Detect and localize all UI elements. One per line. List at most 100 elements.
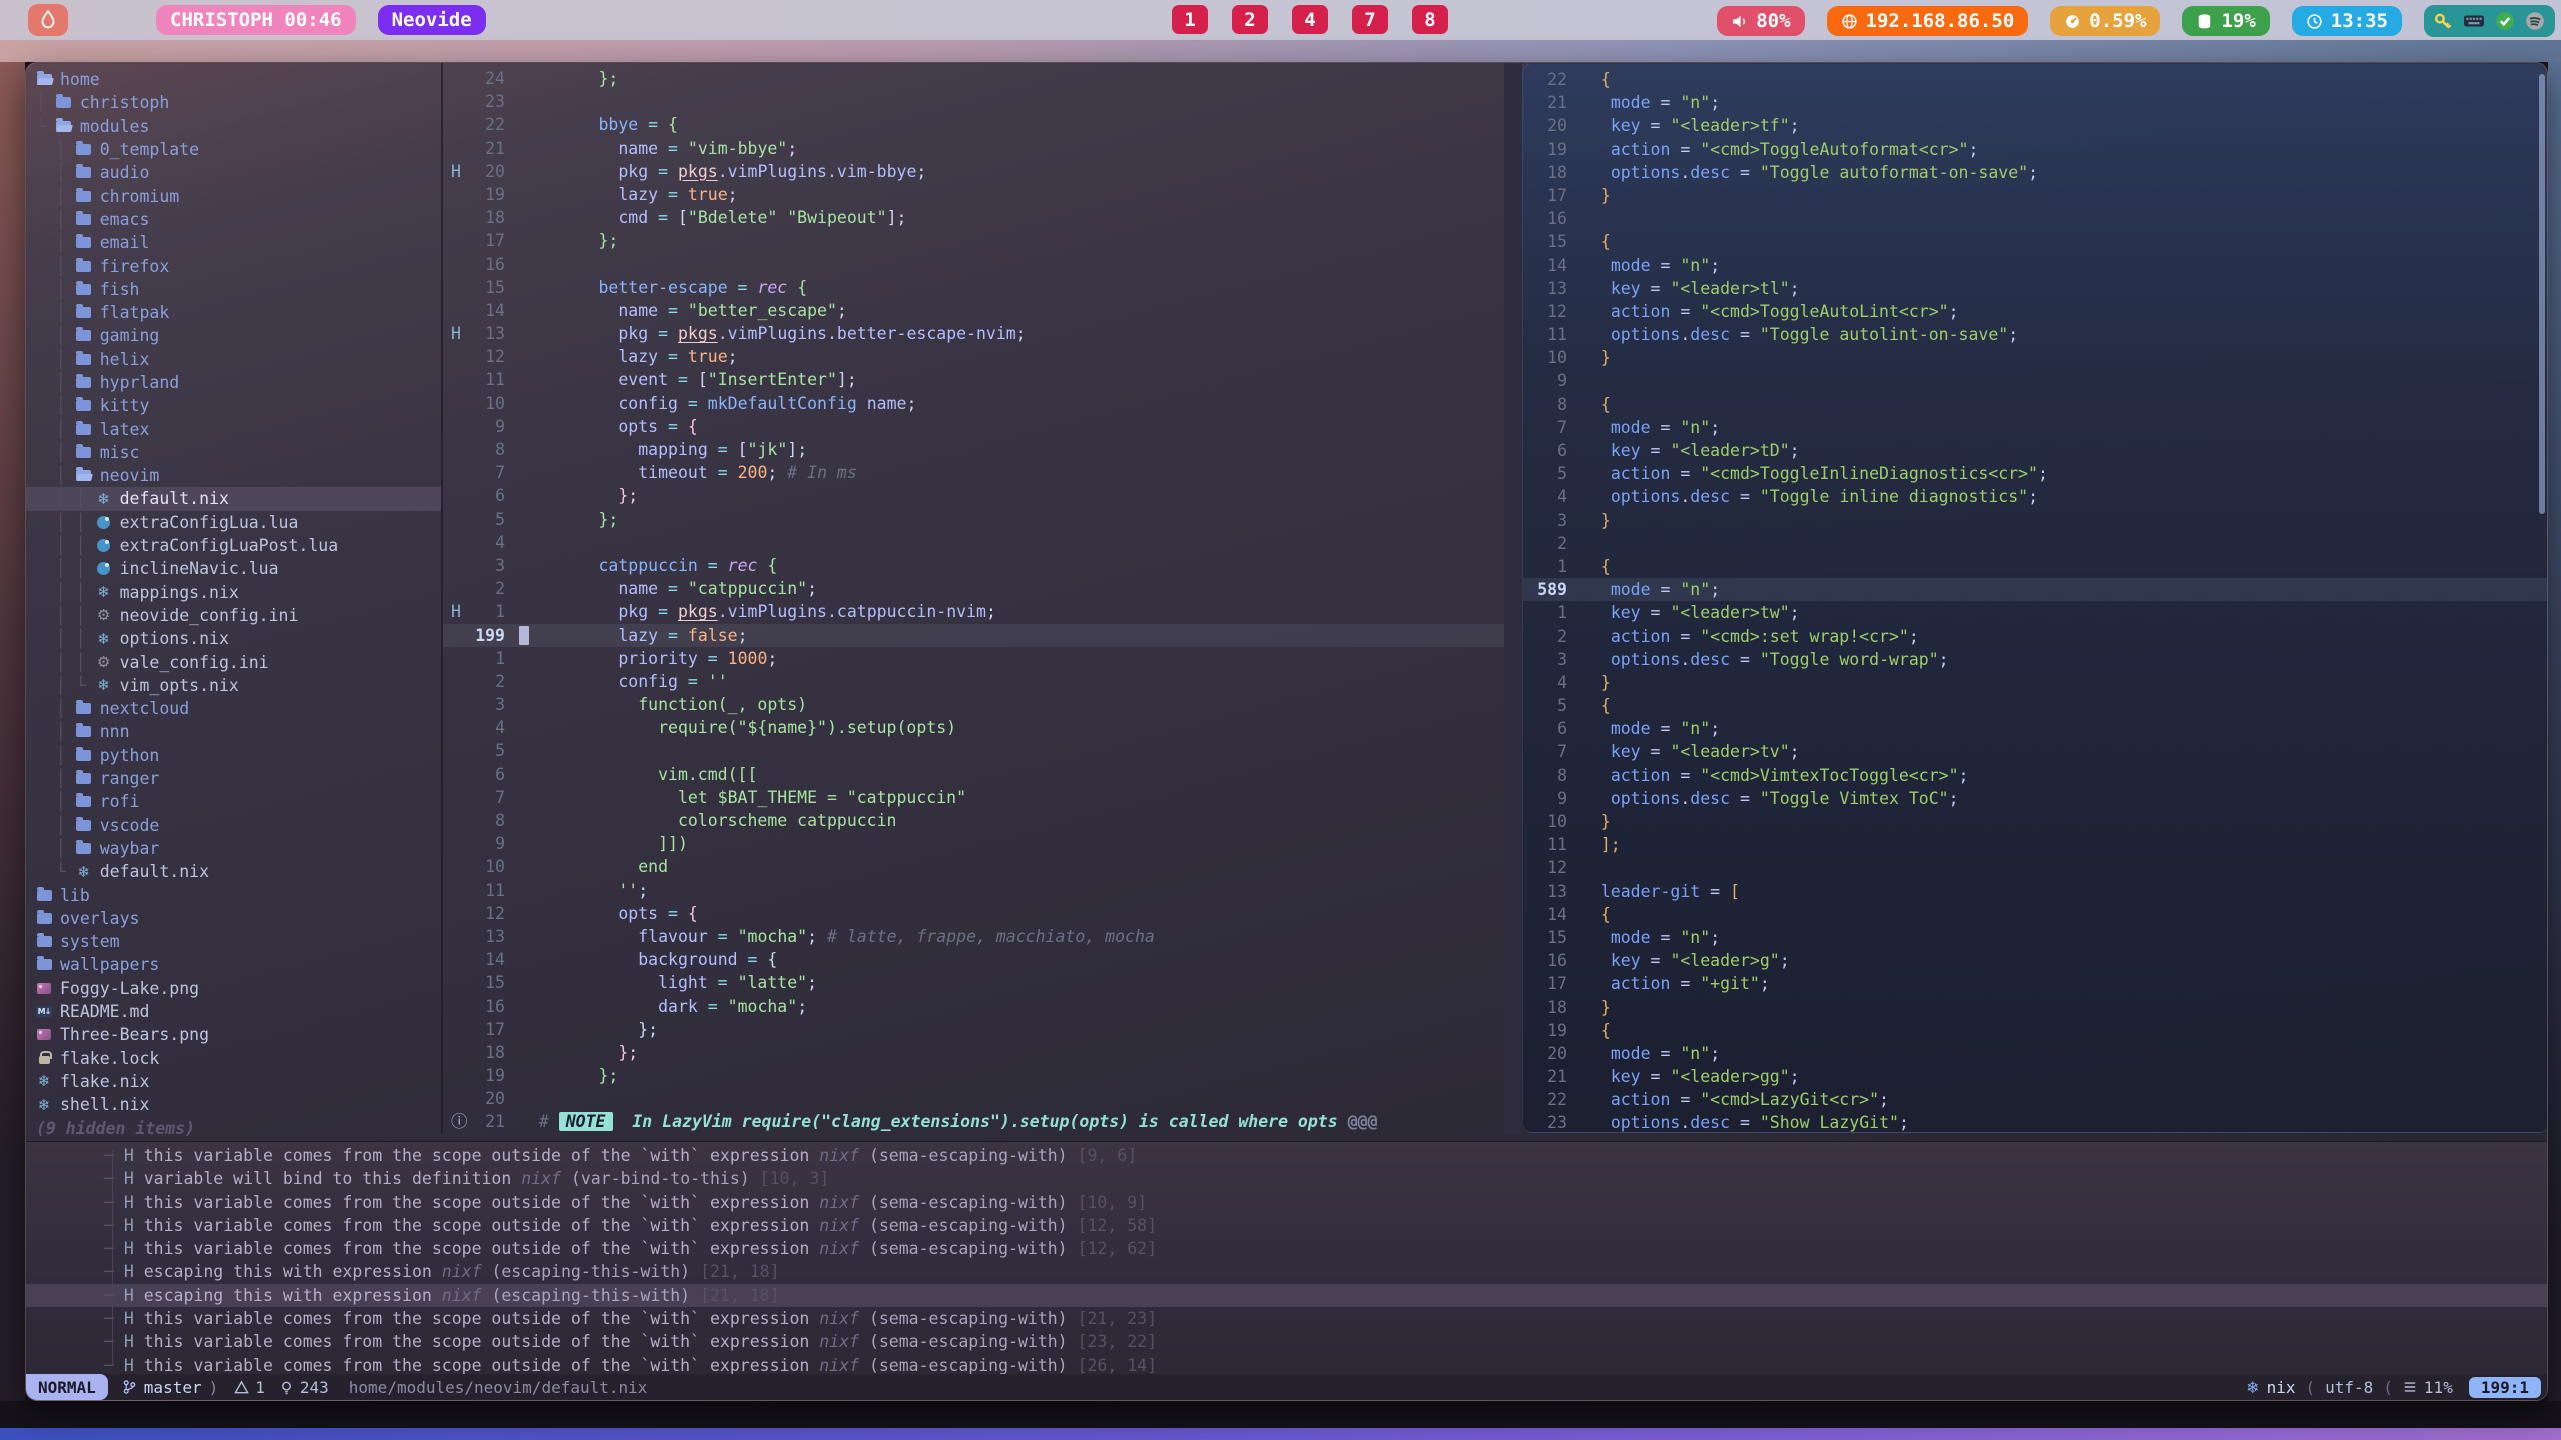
code-line[interactable]: H20 pkg = pkgs.vimPlugins.vim-bbye; <box>443 160 1504 183</box>
tree-item[interactable]: │ chromium <box>26 184 441 207</box>
tree-item[interactable]: │ │ inclineNavic.lua <box>26 557 441 580</box>
tree-item[interactable]: │ │ ⚙vale_config.ini <box>26 650 441 673</box>
code-line[interactable]: 9 opts = { <box>443 415 1504 438</box>
tree-item[interactable]: │ │ ❄default.nix <box>26 487 441 510</box>
code-line[interactable]: 3 options.desc = "Toggle word-wrap"; <box>1523 648 2548 671</box>
workspace-tag[interactable]: 8 <box>1412 5 1448 34</box>
tree-item[interactable]: │ nextcloud <box>26 697 441 720</box>
tree-item[interactable]: │ hyprland <box>26 371 441 394</box>
tree-item[interactable]: │ flatpak <box>26 301 441 324</box>
code-line[interactable]: 1 key = "<leader>tw"; <box>1523 601 2548 624</box>
code-line[interactable]: 16 <box>1523 207 2548 230</box>
tree-item[interactable]: │ latex <box>26 417 441 440</box>
clock-widget[interactable]: 13:35 <box>2292 6 2402 36</box>
workspace-tag[interactable]: 2 <box>1232 5 1268 34</box>
volume-widget[interactable]: 80% <box>1717 6 1804 36</box>
code-line[interactable]: 7 mode = "n"; <box>1523 416 2548 439</box>
code-line[interactable]: H13 pkg = pkgs.vimPlugins.better-escape-… <box>443 322 1504 345</box>
code-line[interactable]: 1 { <box>1523 555 2548 578</box>
tree-item[interactable]: lib <box>26 883 441 906</box>
code-line[interactable]: 12 opts = { <box>443 902 1504 925</box>
code-line[interactable]: 1 priority = 1000; <box>443 647 1504 670</box>
code-line[interactable]: 18 cmd = ["Bdelete" "Bwipeout"]; <box>443 206 1504 229</box>
code-line[interactable]: 12 action = "<cmd>ToggleAutoLint<cr>"; <box>1523 300 2548 323</box>
code-line[interactable]: 10 } <box>1523 810 2548 833</box>
code-line[interactable]: 10 } <box>1523 346 2548 369</box>
code-line[interactable]: 23 <box>443 90 1504 113</box>
tree-item[interactable]: │ nnn <box>26 720 441 743</box>
workspace-tag[interactable]: 4 <box>1292 5 1328 34</box>
code-line[interactable]: 2 config = '' <box>443 670 1504 693</box>
tree-item[interactable]: flake.lock <box>26 1046 441 1069</box>
diagnostic-row[interactable]: ─ H this variable comes from the scope o… <box>26 1214 2547 1237</box>
code-line[interactable]: 12 lazy = true; <box>443 345 1504 368</box>
code-line[interactable]: 3 } <box>1523 509 2548 532</box>
code-line[interactable]: 11 ]; <box>1523 833 2548 856</box>
code-line[interactable]: 6 }; <box>443 484 1504 507</box>
tree-item[interactable]: │ python <box>26 744 441 767</box>
tree-item[interactable]: │ kitty <box>26 394 441 417</box>
disk-widget[interactable]: 19% <box>2182 6 2269 36</box>
tree-item[interactable]: M↓README.md <box>26 1000 441 1023</box>
code-line[interactable]: 5 }; <box>443 508 1504 531</box>
code-line[interactable]: 16 dark = "mocha"; <box>443 995 1504 1018</box>
code-line[interactable]: 3 function(_, opts) <box>443 693 1504 716</box>
tree-item[interactable]: │ ranger <box>26 767 441 790</box>
scrollbar[interactable] <box>2539 74 2545 514</box>
code-line[interactable]: 8 mapping = ["jk"]; <box>443 438 1504 461</box>
code-line[interactable]: 8 action = "<cmd>VimtexTocToggle<cr>"; <box>1523 764 2548 787</box>
tree-item[interactable]: │ neovim <box>26 464 441 487</box>
code-line[interactable]: 2 <box>1523 532 2548 555</box>
code-line[interactable]: 10 end <box>443 855 1504 878</box>
tree-item[interactable]: system <box>26 930 441 953</box>
code-line[interactable]: 7 let $BAT_THEME = "catppuccin" <box>443 786 1504 809</box>
code-line[interactable]: 17 action = "+git"; <box>1523 972 2548 995</box>
tree-item[interactable]: │ helix <box>26 348 441 371</box>
code-line[interactable]: 4 } <box>1523 671 2548 694</box>
code-line[interactable]: 13 leader-git = [ <box>1523 880 2548 903</box>
code-line[interactable]: 9 options.desc = "Toggle Vimtex ToC"; <box>1523 787 2548 810</box>
code-line[interactable]: 15 better-escape = rec { <box>443 276 1504 299</box>
tree-item[interactable]: wallpapers <box>26 953 441 976</box>
tree-item[interactable]: Foggy-Lake.png <box>26 977 441 1000</box>
code-line[interactable]: ⓘ21 # NOTE In LazyVim require("clang_ext… <box>443 1110 1504 1133</box>
tree-item[interactable]: overlays <box>26 907 441 930</box>
network-widget[interactable]: 192.168.86.50 <box>1827 6 2029 36</box>
code-line[interactable]: 17 }; <box>443 229 1504 252</box>
code-line[interactable]: 8 colorscheme catppuccin <box>443 809 1504 832</box>
code-line[interactable]: 22 bbye = { <box>443 113 1504 136</box>
code-line[interactable]: 11 ''; <box>443 879 1504 902</box>
code-line[interactable]: 22 action = "<cmd>LazyGit<cr>"; <box>1523 1088 2548 1111</box>
tree-item[interactable]: │ christoph <box>26 91 441 114</box>
tree-item[interactable]: │ firefox <box>26 254 441 277</box>
diagnostic-row[interactable]: ─ H this variable comes from the scope o… <box>26 1191 2547 1214</box>
tree-item[interactable]: ❄shell.nix <box>26 1093 441 1116</box>
code-line[interactable]: 5 { <box>1523 694 2548 717</box>
cpu-widget[interactable]: 0.59% <box>2050 6 2160 36</box>
code-line[interactable]: 22 { <box>1523 68 2548 91</box>
code-line[interactable]: 2 action = "<cmd>:set wrap!<cr>"; <box>1523 625 2548 648</box>
diagnostic-row[interactable]: ─ H escaping this with expression nixf (… <box>26 1260 2547 1283</box>
tree-item[interactable]: │ misc <box>26 441 441 464</box>
spotify-icon[interactable] <box>2525 11 2545 31</box>
code-line[interactable]: 5 action = "<cmd>ToggleInlineDiagnostics… <box>1523 462 2548 485</box>
code-line[interactable]: 16 key = "<leader>g"; <box>1523 949 2548 972</box>
tree-item[interactable]: │ │ ❄options.nix <box>26 627 441 650</box>
code-line[interactable]: 14 name = "better_escape"; <box>443 299 1504 322</box>
diagnostic-row[interactable]: ─ H this variable comes from the scope o… <box>26 1237 2547 1260</box>
tree-item[interactable]: │ emacs <box>26 208 441 231</box>
code-line[interactable]: 16 <box>443 253 1504 276</box>
tree-item[interactable]: │ fish <box>26 278 441 301</box>
code-line[interactable]: 15 { <box>1523 230 2548 253</box>
workspace-tag[interactable]: 1 <box>1172 5 1208 34</box>
code-line[interactable]: 14 { <box>1523 903 2548 926</box>
key-icon[interactable] <box>2434 12 2453 31</box>
workspace-tag[interactable]: 7 <box>1352 5 1388 34</box>
code-line[interactable]: 21 name = "vim-bbye"; <box>443 137 1504 160</box>
code-line[interactable]: 17 } <box>1523 184 2548 207</box>
diagnostic-row[interactable]: ─ H this variable comes from the scope o… <box>26 1144 2547 1167</box>
code-line[interactable]: 15 mode = "n"; <box>1523 926 2548 949</box>
app-badge[interactable]: Neovide <box>378 5 486 35</box>
code-line[interactable]: 7 timeout = 200; # In ms <box>443 461 1504 484</box>
tree-item[interactable]: │ vscode <box>26 814 441 837</box>
